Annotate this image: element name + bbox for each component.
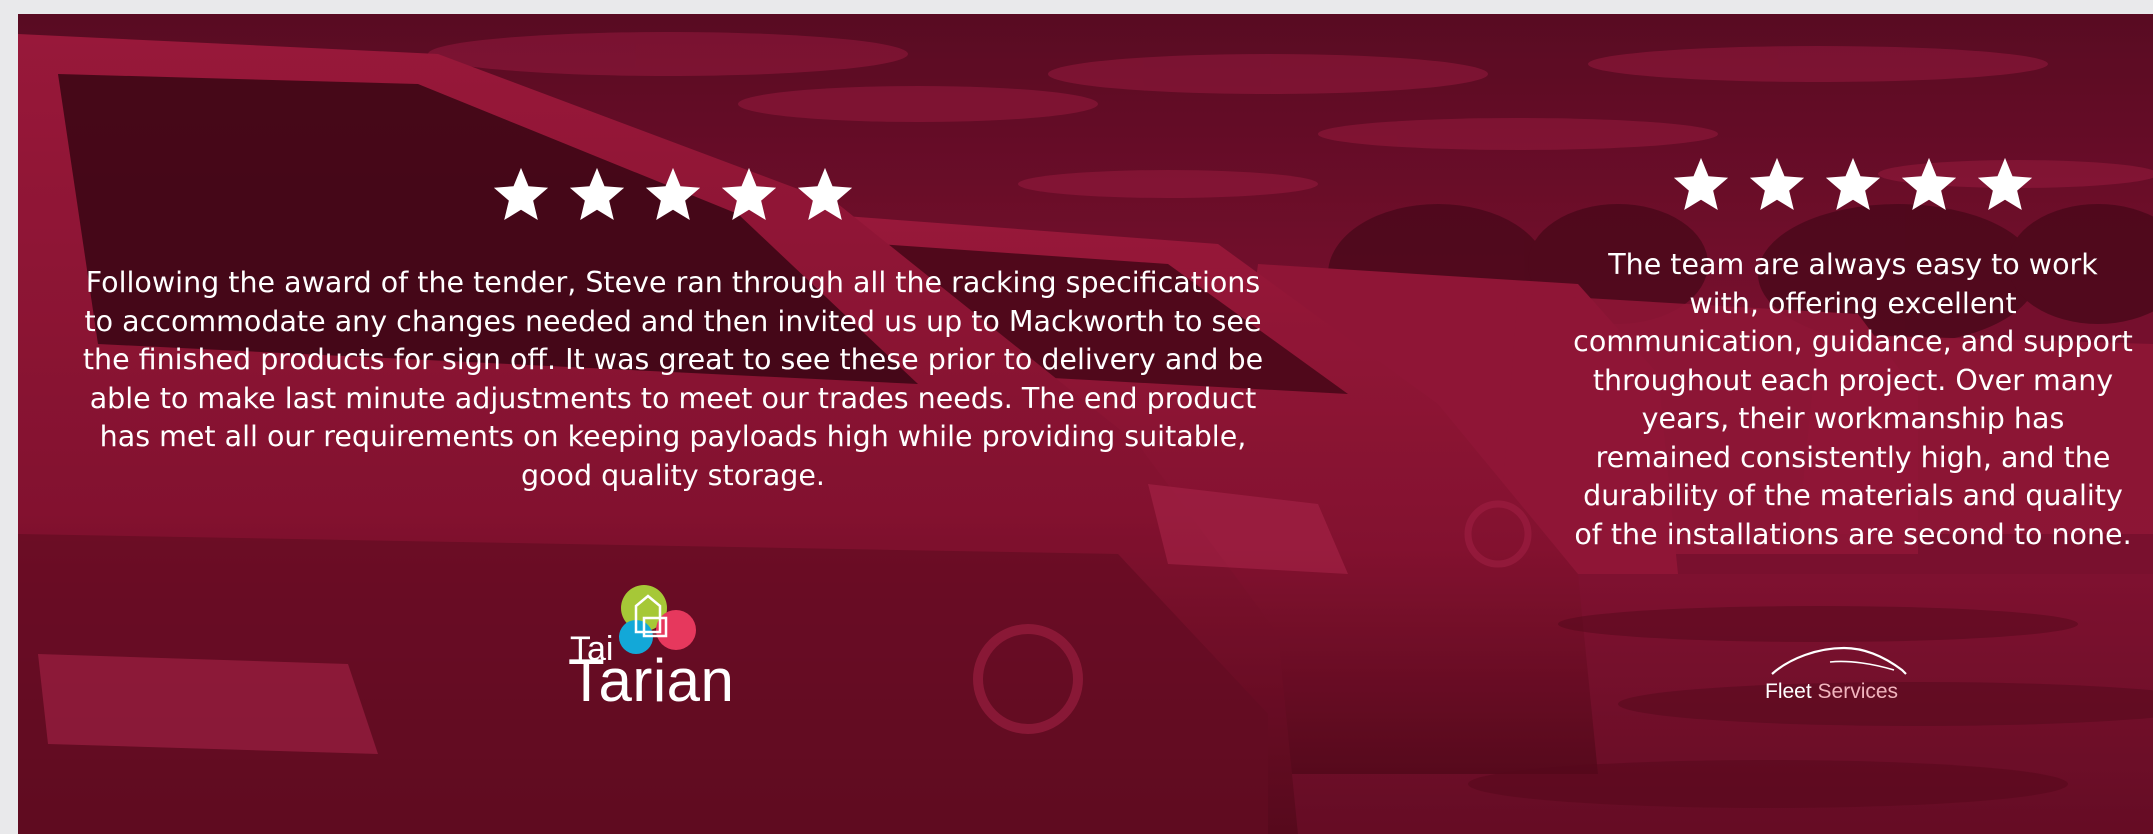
star-icon: [490, 164, 552, 226]
star-icon: [1898, 154, 1960, 216]
review-quote: The team are always easy to work with, o…: [1573, 248, 2133, 551]
star-icon: [1746, 154, 1808, 216]
review-quote: Following the award of the tender, Steve…: [82, 266, 1264, 492]
review-card: Following the award of the tender, Steve…: [58, 164, 1288, 495]
star-icon: [1670, 154, 1732, 216]
van-outline-icon: [1771, 646, 1907, 675]
star-icon: [566, 164, 628, 226]
logo-text-tarian: Tarian: [568, 647, 735, 714]
star-rating: [58, 164, 1288, 226]
star-icon: [718, 164, 780, 226]
tai-tarian-logo: Tai Tarian: [568, 582, 758, 714]
logo-text-services: Services: [1817, 680, 1899, 703]
review-card: The team are always easy to work with, o…: [1548, 154, 2153, 554]
testimonials-banner: Following the award of the tender, Steve…: [18, 14, 2153, 834]
star-icon: [642, 164, 704, 226]
star-icon: [1974, 154, 2036, 216]
star-rating: [1548, 154, 2153, 216]
star-icon: [794, 164, 856, 226]
star-icon: [1822, 154, 1884, 216]
logo-text-fleet: Fleet: [1765, 680, 1812, 703]
fleet-services-logo: Fleet Services: [1762, 640, 1922, 712]
